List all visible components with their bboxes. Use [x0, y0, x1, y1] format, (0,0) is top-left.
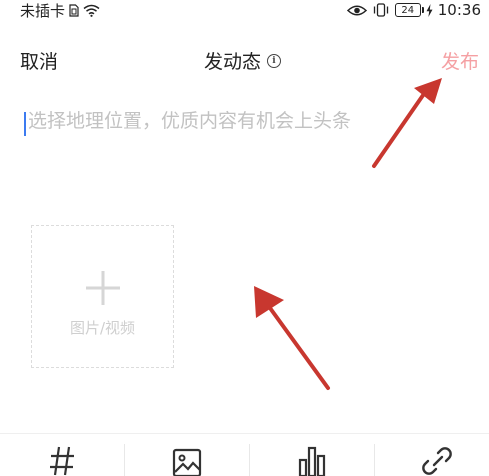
info-icon[interactable]: i	[267, 53, 282, 68]
clock: 10:36	[437, 1, 481, 19]
toolbar-divider	[249, 444, 250, 476]
hashtag-button[interactable]	[42, 446, 82, 476]
add-media-label: 图片/视频	[69, 319, 136, 337]
image-button[interactable]	[167, 446, 207, 476]
sim-card-icon	[69, 3, 79, 17]
add-media-button[interactable]: 图片/视频	[31, 225, 174, 368]
plus-icon	[86, 271, 120, 305]
eye-icon	[346, 4, 367, 17]
battery-icon: 24	[394, 3, 424, 17]
status-bar-right: 24 10:36	[346, 0, 481, 20]
annotation-arrow-publish	[372, 78, 442, 168]
wifi-icon	[83, 4, 100, 17]
annotation-arrow-media	[254, 286, 330, 390]
image-icon	[172, 448, 202, 476]
status-bar-left: 未插卡	[20, 0, 100, 20]
title-group: 发动态 i	[204, 47, 282, 74]
cancel-button[interactable]: 取消	[20, 47, 58, 74]
status-bar: 未插卡 24 10:36	[0, 0, 489, 22]
toolbar-divider	[124, 444, 125, 476]
bottom-toolbar	[0, 433, 489, 476]
vibrate-icon	[372, 3, 390, 17]
charging-icon	[426, 3, 433, 17]
compose-post-screen: 未插卡 24 10:36 取消 发动态 i 发布 选择地理位置，优质内容有机会上…	[0, 0, 489, 476]
text-cursor	[24, 112, 26, 136]
toolbar-divider	[374, 444, 375, 476]
link-button[interactable]	[417, 446, 457, 476]
link-icon	[422, 447, 452, 475]
page-title: 发动态	[204, 51, 262, 73]
chart-icon	[298, 446, 326, 476]
hashtag-icon	[50, 446, 74, 476]
chart-button[interactable]	[292, 446, 332, 476]
battery-level: 24	[394, 3, 424, 17]
carrier-text: 未插卡	[20, 1, 66, 20]
